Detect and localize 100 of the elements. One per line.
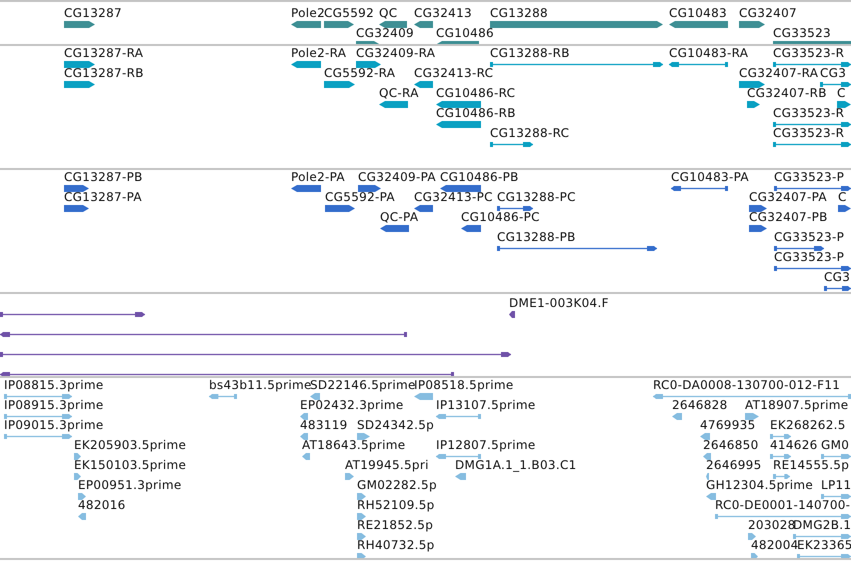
feature-label: QC-PA [380,211,418,224]
feature-label: CG13288 [490,7,548,20]
feature-glyph[interactable] [325,205,355,212]
feature-glyph[interactable] [414,21,433,28]
feature-label: IP08815.3prime [4,379,104,392]
feature-label: EK205903.5prime [74,439,186,452]
feature-label: SD22146.5prime [310,379,416,392]
feature-label: IP13107.5prime [436,399,536,412]
feature-glyph[interactable] [739,21,765,28]
feature-glyph[interactable] [749,225,767,232]
feature-glyph[interactable] [358,185,381,192]
feature-glyph[interactable] [379,21,407,28]
feature-glyph[interactable] [747,101,760,108]
feature-label: CG32409-RA [356,47,436,60]
feature-label: RE14555.5p [773,459,850,472]
feature-label: CG33523-R [773,127,844,140]
feature-glyph[interactable] [414,205,433,212]
feature-label: CG13288-RB [490,47,570,60]
feature-label: CG33523-P [774,171,844,184]
feature-glyph[interactable] [774,185,851,192]
feature-glyph[interactable] [436,121,481,128]
feature-glyph[interactable] [64,81,95,88]
feature-label: CG3 [820,67,846,80]
feature-label: Pole2-PA [291,171,345,184]
feature-glyph[interactable] [379,101,408,108]
feature-label: DMG1A.1_1.B03.C1 [455,459,577,472]
feature-label: IP09015.3prime [4,419,104,432]
feature-label: CG13287-PA [64,191,142,204]
feature-glyph[interactable] [0,311,145,318]
feature-glyph[interactable] [380,225,409,232]
feature-glyph[interactable] [749,205,767,212]
feature-glyph[interactable] [490,61,663,68]
feature-label: CG32407-RB [747,87,827,100]
feature-label: Pole2-RA [291,47,346,60]
feature-glyph[interactable] [291,61,321,68]
feature-glyph[interactable] [64,205,89,212]
feature-label: C [837,87,846,100]
feature-glyph[interactable] [497,245,657,252]
feature-glyph[interactable] [0,331,407,338]
feature-label: CG13288-RC [490,127,570,140]
feature-label: CG13287-RA [64,47,144,60]
feature-label: CG13288-PB [497,231,576,244]
feature-glyph[interactable] [64,21,95,28]
feature-label: CG10486 [436,27,494,40]
feature-glyph[interactable] [739,81,765,88]
feature-label: CG32407 [739,7,797,20]
feature-glyph[interactable] [773,141,851,148]
feature-glyph[interactable] [774,245,824,252]
feature-glyph[interactable] [64,185,89,192]
feature-label: CG13288-PC [497,191,576,204]
feature-label: 4769935 [700,419,756,432]
feature-glyph[interactable] [356,61,381,68]
feature-glyph[interactable] [671,185,728,192]
feature-label: CG13287 [64,7,122,20]
feature-glyph[interactable] [669,61,728,68]
feature-label: CG33523-P [774,231,844,244]
feature-glyph[interactable] [436,101,481,108]
feature-label: 2646850 [703,439,759,452]
feature-label: CG10486-PB [440,171,519,184]
feature-glyph[interactable] [669,21,728,28]
feature-glyph[interactable] [324,81,355,88]
feature-glyph[interactable] [774,265,851,272]
feature-label: AT18643.5prime [302,439,406,452]
feature-label: CG13287-PB [64,171,143,184]
feature-glyph[interactable] [509,311,515,318]
feature-label: 2646995 [706,459,762,472]
feature-label: AT19945.5pri [345,459,429,472]
feature-glyph[interactable] [490,141,533,148]
feature-label: CG33523-R [773,47,844,60]
feature-glyph[interactable] [824,285,851,292]
feature-label: CG10486-PC [461,211,540,224]
feature-glyph[interactable] [773,121,851,128]
feature-glyph[interactable] [291,21,321,28]
feature-label: CG32413-PC [414,191,493,204]
feature-glyph[interactable] [773,61,851,68]
feature-label: CG10483 [669,7,727,20]
feature-glyph[interactable] [497,205,533,212]
feature-glyph[interactable] [414,81,433,88]
feature-glyph[interactable] [324,21,354,28]
feature-glyph[interactable] [838,205,851,212]
feature-label: CG32407-PB [749,211,828,224]
feature-glyph[interactable] [0,371,454,376]
feature-label: CG33523-R [773,107,844,120]
feature-glyph[interactable] [440,185,481,192]
feature-label: IP12807.5prime [436,439,536,452]
feature-glyph[interactable] [64,61,95,68]
feature-label: CG5592 [324,7,374,20]
feature-glyph[interactable] [0,351,511,358]
feature-glyph[interactable] [291,185,321,192]
feature-label: CG10483-PA [671,171,749,184]
feature-label: CG32407-RA [739,67,818,80]
feature-label: CG13287-RB [64,67,144,80]
feature-label: 482016 [78,499,126,512]
feature-label: DME1-003K04.F [509,297,609,310]
feature-label: 483119 [300,419,348,432]
feature-label: CG32409-PA [358,171,436,184]
feature-glyph[interactable] [461,225,481,232]
feature-glyph[interactable] [820,81,851,88]
feature-glyph[interactable] [837,101,851,108]
feature-label: EK150103.5prime [74,459,186,472]
